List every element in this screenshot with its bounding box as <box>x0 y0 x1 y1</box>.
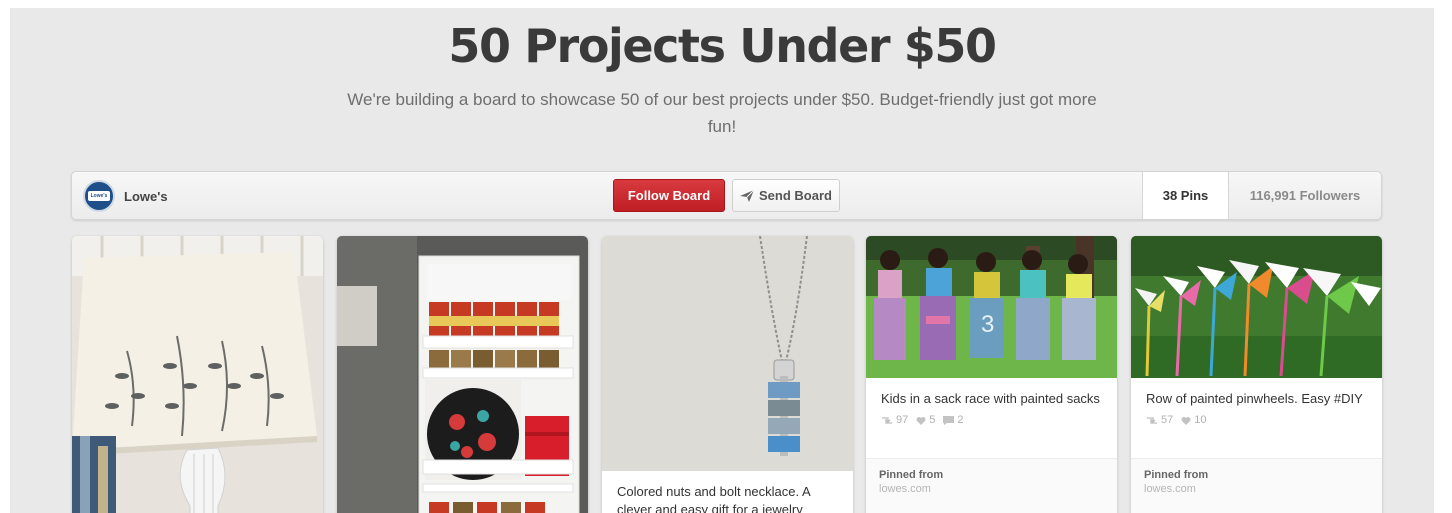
pin-description: Colored nuts and bolt necklace. A clever… <box>617 484 810 513</box>
repin-count[interactable]: 57 <box>1146 414 1173 426</box>
pin-stats: 97 5 2 <box>866 408 1117 426</box>
page-right-frame <box>1434 0 1452 513</box>
like-count[interactable]: 10 <box>1181 414 1207 426</box>
pin-image-necklace[interactable] <box>602 236 853 471</box>
comment-count[interactable]: 2 <box>943 414 964 426</box>
pin-image-pinwheels[interactable] <box>1131 236 1382 378</box>
avatar-logo: Lowe's <box>88 191 110 201</box>
pin-description: Kids in a sack race with painted sacks <box>881 391 1100 406</box>
page-top-frame <box>0 0 1452 8</box>
pin-description: Row of painted pinwheels. Easy #DIY <box>1146 391 1363 406</box>
board-stats: 38 Pins 116,991 Followers <box>1142 172 1381 219</box>
send-board-label: Send Board <box>759 188 832 203</box>
pin-card[interactable]: Row of painted pinwheels. Easy #DIY 57 1… <box>1131 236 1382 513</box>
pin-card[interactable]: 3 Kids in a sack race with painted sacks… <box>866 236 1117 513</box>
pin-source-domain[interactable]: lowes.com <box>879 483 1104 495</box>
comment-count-value: 2 <box>957 414 964 426</box>
pinned-from-label: Pinned from <box>1144 469 1209 481</box>
comment-icon <box>943 415 955 425</box>
svg-text:3: 3 <box>981 311 994 338</box>
pin-image-sack-race[interactable]: 3 <box>866 236 1117 378</box>
owner-name[interactable]: Lowe's <box>124 189 168 204</box>
pin-source-domain[interactable]: lowes.com <box>1144 483 1369 495</box>
paper-plane-icon <box>740 189 755 202</box>
heart-icon <box>1181 416 1191 425</box>
repin-icon <box>1147 416 1157 424</box>
heart-icon <box>916 416 926 425</box>
like-count[interactable]: 5 <box>916 414 935 426</box>
followers-count-tab[interactable]: 116,991 Followers <box>1228 172 1381 219</box>
pin-image-shelf[interactable] <box>337 236 588 513</box>
pin-card[interactable] <box>72 236 323 513</box>
avatar[interactable]: Lowe's <box>83 180 115 212</box>
repin-count[interactable]: 97 <box>881 414 908 426</box>
board-header: 50 Projects Under $50 We're building a b… <box>10 14 1434 140</box>
pin-card[interactable]: Colored nuts and bolt necklace. A clever… <box>602 236 853 513</box>
pinned-from-label: Pinned from <box>879 469 944 481</box>
board-title: 50 Projects Under $50 <box>448 19 997 73</box>
like-count-value: 10 <box>1194 414 1207 426</box>
follow-board-button[interactable]: Follow Board <box>613 179 725 212</box>
board-description: We're building a board to showcase 50 of… <box>347 90 1097 136</box>
pin-card[interactable] <box>337 236 588 513</box>
pin-source[interactable]: Pinned from lowes.com <box>866 458 1117 513</box>
repin-count-value: 97 <box>896 414 909 426</box>
repin-count-value: 57 <box>1161 414 1174 426</box>
like-count-value: 5 <box>929 414 936 426</box>
pin-image-lamp[interactable] <box>72 236 323 513</box>
pin-stats: 57 10 <box>1131 408 1382 426</box>
board-owner-link[interactable]: Lowe's Lowe's <box>83 180 168 212</box>
pin-source[interactable]: Pinned from lowes.com <box>1131 458 1382 513</box>
send-board-button[interactable]: Send Board <box>732 179 840 212</box>
board-info-bar: Lowe's Lowe's Follow Board Send Board 38… <box>71 171 1382 220</box>
pins-count-tab[interactable]: 38 Pins <box>1142 172 1228 219</box>
page-left-frame <box>0 0 10 513</box>
repin-icon <box>882 416 892 424</box>
